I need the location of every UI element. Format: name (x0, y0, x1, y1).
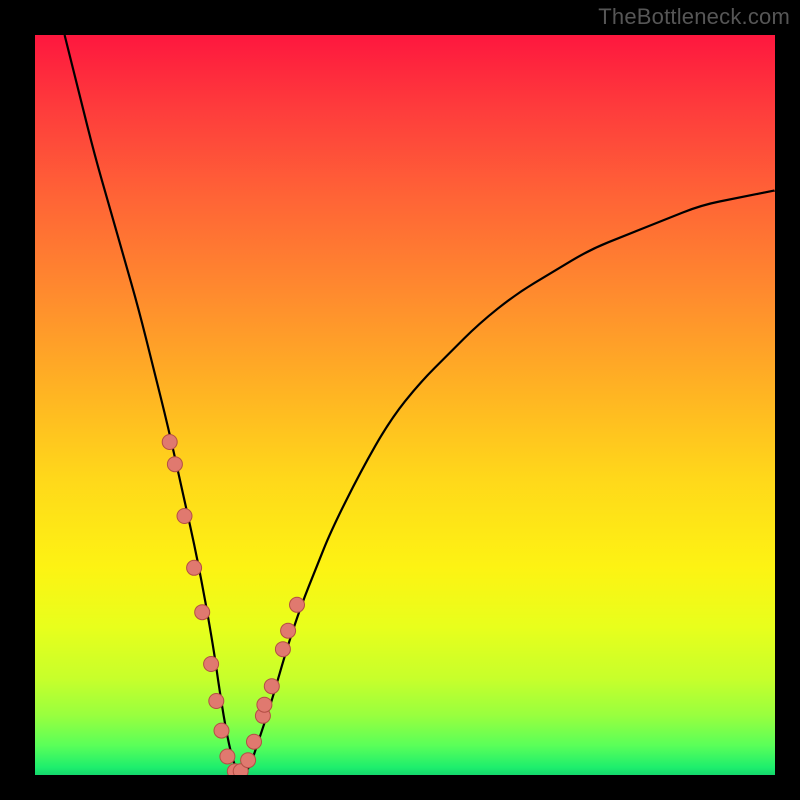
chart-svg (35, 35, 775, 775)
plot-area (35, 35, 775, 775)
data-marker (247, 734, 262, 749)
marker-group (162, 435, 304, 776)
data-marker (167, 457, 182, 472)
data-marker (264, 679, 279, 694)
data-marker (162, 435, 177, 450)
data-marker (220, 749, 235, 764)
data-marker (177, 509, 192, 524)
data-marker (241, 753, 256, 768)
data-marker (209, 694, 224, 709)
chart-frame: TheBottleneck.com (0, 0, 800, 800)
data-marker (187, 560, 202, 575)
data-marker (275, 642, 290, 657)
data-marker (257, 697, 272, 712)
data-marker (204, 657, 219, 672)
data-marker (290, 597, 305, 612)
data-marker (214, 723, 229, 738)
data-marker (195, 605, 210, 620)
watermark-text: TheBottleneck.com (598, 4, 790, 30)
bottleneck-curve (65, 35, 775, 773)
data-marker (281, 623, 296, 638)
